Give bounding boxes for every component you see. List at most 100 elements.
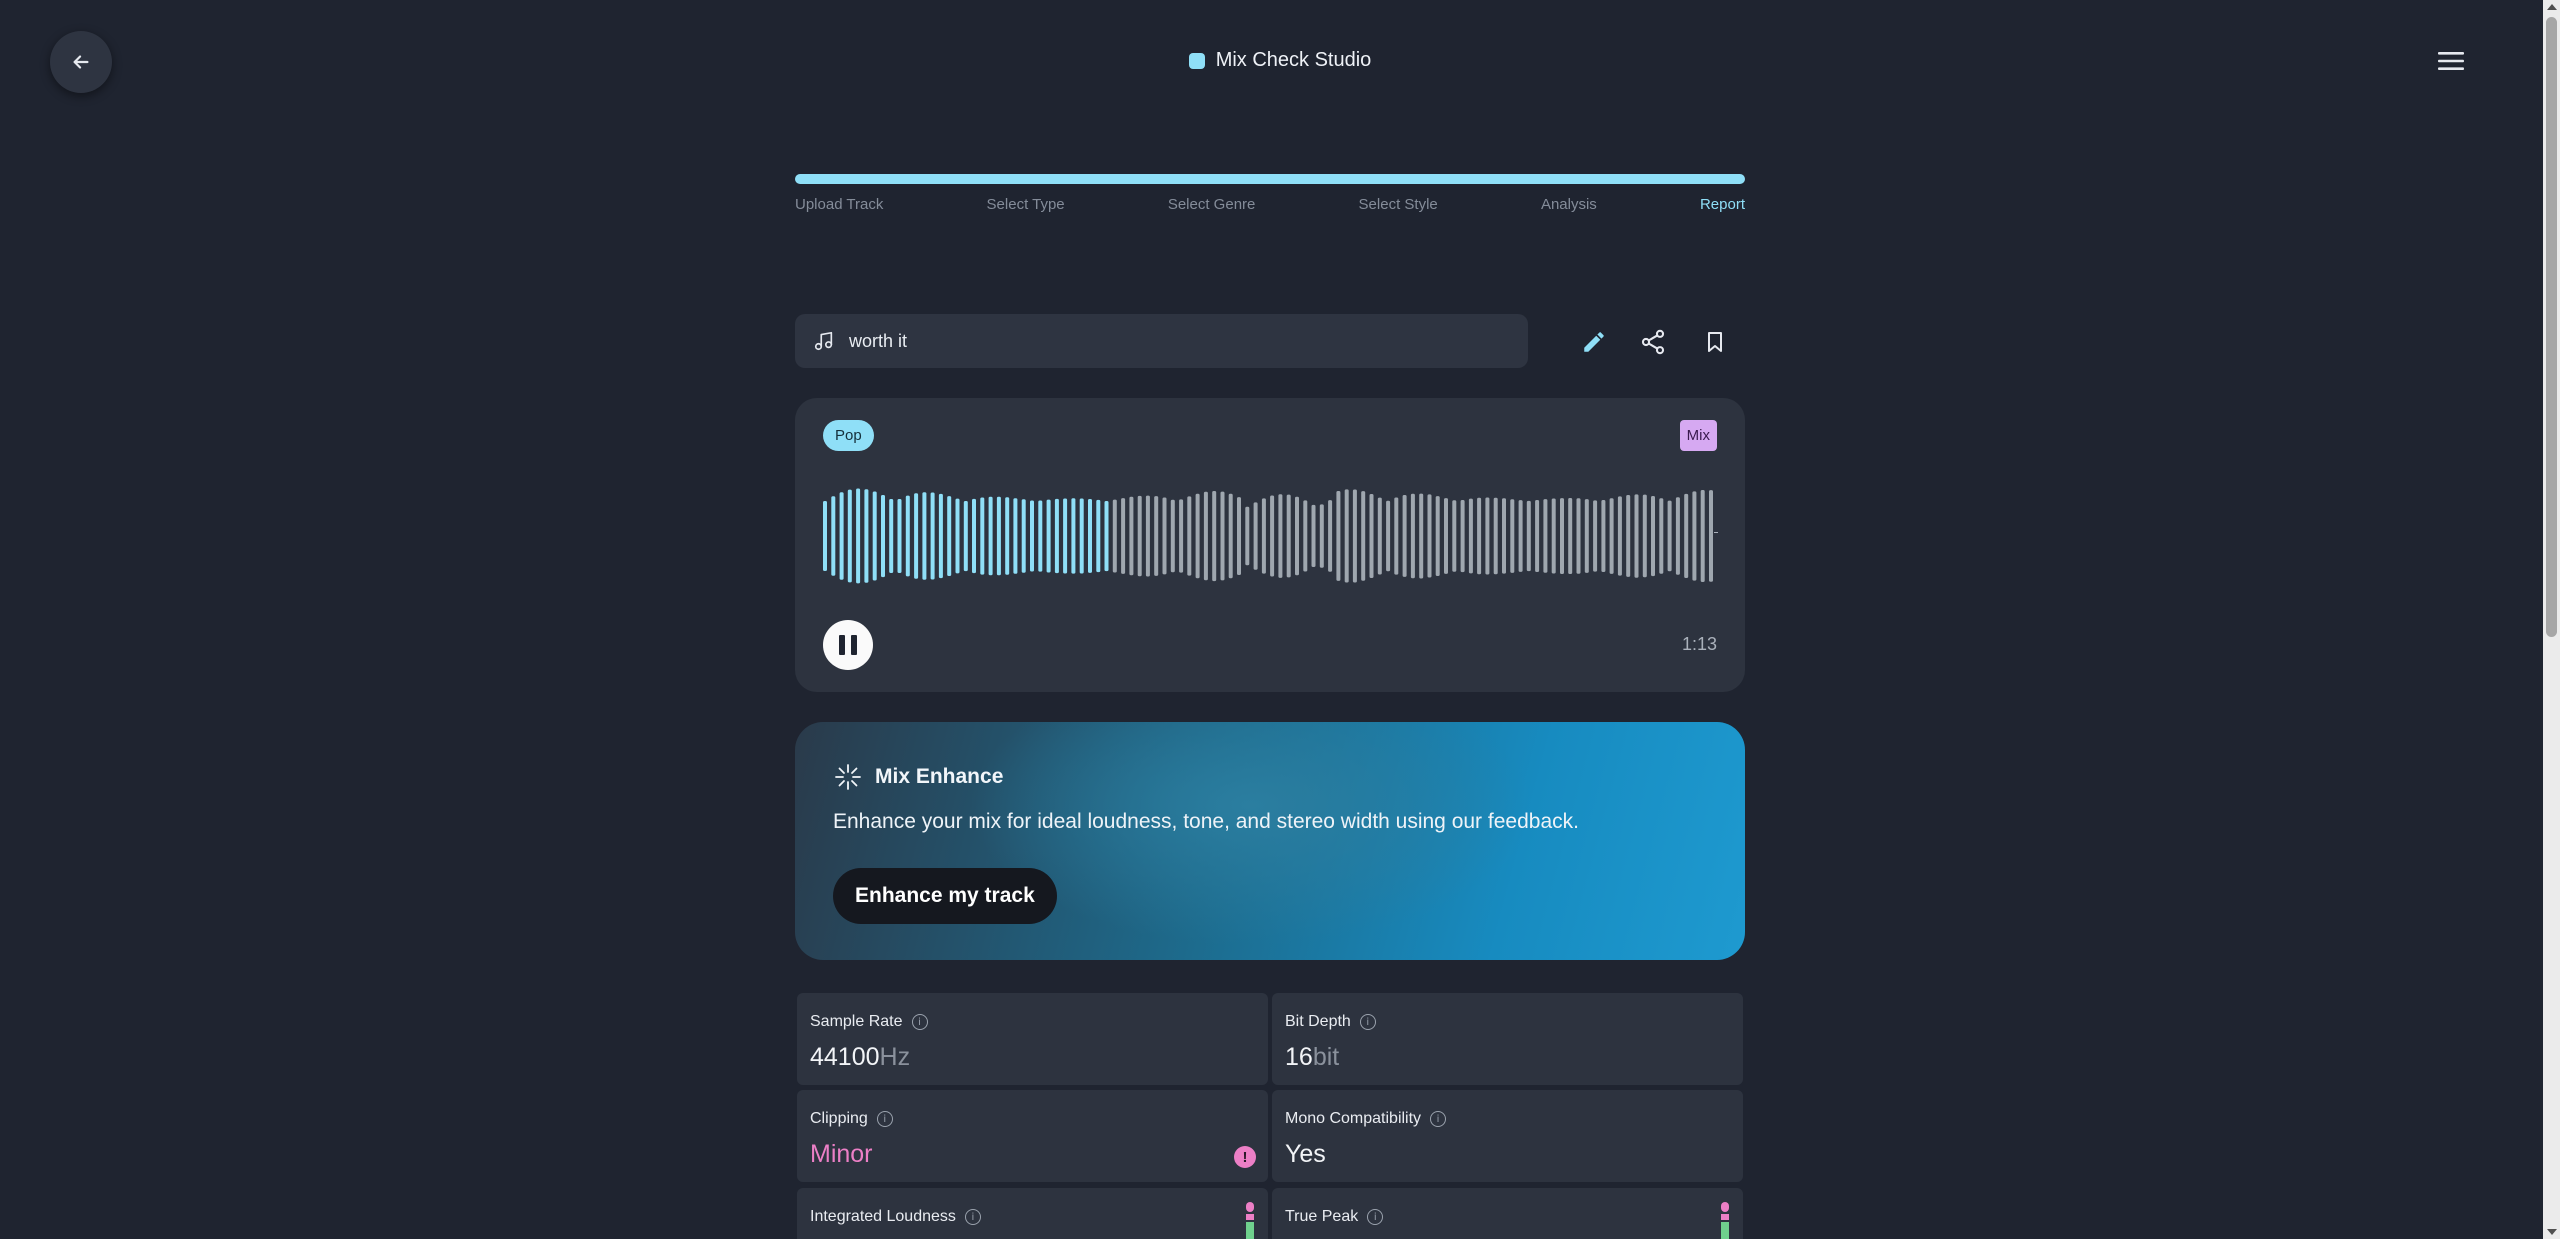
- step-analysis[interactable]: Analysis: [1541, 196, 1597, 213]
- bookmark-icon: [1708, 332, 1722, 352]
- sample-rate-card: Sample Rate i 44100Hz: [797, 993, 1268, 1085]
- true-peak-label: True Peak: [1285, 1208, 1359, 1225]
- info-icon[interactable]: i: [964, 1209, 981, 1225]
- waveform-bar: [1170, 499, 1175, 573]
- bookmark-button[interactable]: [1695, 322, 1735, 362]
- clipping-value: Minor: [810, 1140, 873, 1168]
- waveform-bar: [1096, 499, 1101, 573]
- waveform-bar: [823, 501, 827, 571]
- waveform[interactable]: [823, 486, 1713, 586]
- waveform-bar: [1154, 496, 1159, 576]
- waveform-bar: [963, 501, 968, 572]
- waveform-bar: [1013, 498, 1018, 574]
- waveform-bar: [1684, 493, 1689, 578]
- waveform-bar: [1145, 495, 1150, 577]
- waveform-bar: [1560, 498, 1564, 574]
- track-duration: 1:13: [1681, 634, 1717, 654]
- app-brand: Mix Check Studio: [0, 49, 2560, 72]
- waveform-bar: [847, 489, 852, 583]
- step-select-type[interactable]: Select Type: [987, 196, 1065, 213]
- progress-fill: [795, 174, 1745, 184]
- waveform-bar: [889, 499, 894, 573]
- hamburger-menu-icon: [2438, 52, 2464, 70]
- waveform-bar: [881, 495, 885, 578]
- step-labels: Upload Track Select Type Select Genre Se…: [795, 196, 1745, 213]
- waveform-bar: [1261, 498, 1266, 574]
- waveform-bar: [1187, 496, 1192, 576]
- type-tag: Mix: [1679, 420, 1717, 451]
- loudness-meter: [1246, 1202, 1254, 1239]
- step-upload-track[interactable]: Upload Track: [795, 196, 883, 213]
- info-icon[interactable]: i: [1359, 1014, 1376, 1030]
- waveform-bar: [1377, 497, 1382, 575]
- waveform-bar: [1253, 502, 1258, 570]
- waveform-bar: [1104, 501, 1109, 572]
- waveform-bar: [1709, 490, 1713, 582]
- waveform-bar: [1079, 498, 1084, 574]
- waveform-bar: [1551, 498, 1556, 574]
- info-icon[interactable]: i: [911, 1014, 928, 1030]
- waveform-bar: [1410, 493, 1415, 579]
- waveform-bar: [955, 498, 960, 574]
- clipping-card: Clipping i Minor !: [797, 1090, 1268, 1182]
- waveform-bar: [1245, 506, 1250, 566]
- waveform-bar: [1692, 491, 1697, 581]
- step-select-style[interactable]: Select Style: [1359, 196, 1438, 213]
- waveform-bar: [1328, 500, 1333, 572]
- waveform-bar: [1228, 493, 1233, 579]
- waveform-bar: [872, 491, 877, 581]
- step-select-genre[interactable]: Select Genre: [1168, 196, 1256, 213]
- waveform-bar: [1477, 497, 1482, 575]
- info-icon[interactable]: i: [1367, 1209, 1384, 1225]
- mono-compatibility-value: Yes: [1285, 1140, 1326, 1168]
- waveform-bar: [1568, 498, 1573, 574]
- waveform-bar: [831, 496, 836, 576]
- pause-button[interactable]: [823, 620, 873, 670]
- scrollbar-thumb[interactable]: [2546, 17, 2557, 637]
- warning-icon: !: [1234, 1146, 1256, 1168]
- share-button[interactable]: [1633, 322, 1673, 362]
- scroll-up-arrow[interactable]: [2547, 4, 2557, 10]
- page-scrollbar[interactable]: [2543, 0, 2560, 1239]
- waveform-bar: [1386, 500, 1391, 572]
- edit-button[interactable]: [1574, 322, 1614, 362]
- enhance-title: Mix Enhance: [875, 765, 1004, 788]
- waveform-bar: [922, 492, 927, 580]
- track-name-field[interactable]: worth it: [795, 314, 1528, 368]
- waveform-bar: [1237, 497, 1241, 575]
- enhance-track-button[interactable]: Enhance my track: [833, 868, 1057, 924]
- waveform-bar: [1295, 496, 1299, 576]
- bit-depth-card: Bit Depth i 16bit: [1272, 993, 1743, 1085]
- waveform-bar: [1369, 494, 1374, 578]
- menu-button[interactable]: [2436, 46, 2466, 76]
- waveform-bar: [1286, 494, 1291, 578]
- sample-rate-value: 44100: [810, 1043, 880, 1071]
- info-icon[interactable]: i: [876, 1111, 893, 1127]
- waveform-bar: [1510, 499, 1515, 573]
- scroll-down-arrow[interactable]: [2547, 1229, 2557, 1235]
- waveform-bar: [864, 489, 869, 583]
- waveform-bar: [1336, 491, 1341, 581]
- waveform-bar: [1071, 498, 1076, 574]
- step-report[interactable]: Report: [1700, 196, 1745, 213]
- waveform-bar: [1593, 500, 1598, 572]
- waveform-bar: [1427, 494, 1432, 578]
- waveform-bar: [1394, 497, 1399, 575]
- waveform-bar: [1419, 493, 1424, 579]
- waveform-bar: [1452, 500, 1457, 572]
- waveform-bar: [1535, 500, 1540, 572]
- waveform-bar: [947, 496, 952, 576]
- integrated-loudness-label: Integrated Loudness: [810, 1208, 956, 1225]
- waveform-bar: [1195, 493, 1200, 579]
- info-icon[interactable]: i: [1430, 1111, 1447, 1127]
- waveform-bar: [1468, 498, 1473, 574]
- waveform-bar: [972, 498, 976, 574]
- waveform-bar: [1444, 498, 1448, 574]
- waveform-bar: [1435, 496, 1440, 576]
- track-name: worth it: [849, 330, 908, 351]
- waveform-bar: [980, 497, 985, 575]
- waveform-bar: [1651, 496, 1655, 577]
- mono-compatibility-card: Mono Compatibility i Yes: [1272, 1090, 1743, 1182]
- waveform-bar: [1634, 494, 1639, 578]
- waveform-bar: [1344, 489, 1349, 583]
